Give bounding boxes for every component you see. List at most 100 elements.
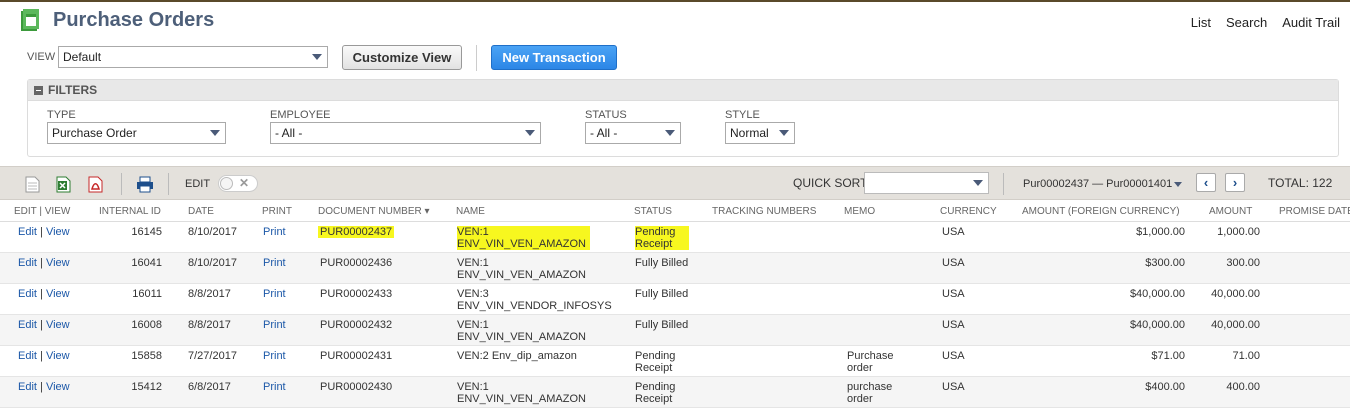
amount-foreign: $1,000.00 bbox=[1136, 226, 1185, 238]
previous-page-button[interactable]: ‹ bbox=[1196, 173, 1216, 192]
column-header[interactable]: PROMISE DATE bbox=[1279, 206, 1350, 217]
edit-link[interactable]: Edit bbox=[18, 381, 37, 393]
style-select-value: Normal bbox=[730, 126, 769, 140]
document-icon[interactable] bbox=[25, 176, 40, 193]
collapse-icon[interactable] bbox=[34, 85, 43, 95]
table-row[interactable]: Edit | View 16008 8/8/2017 Print PUR00002432… bbox=[0, 315, 1350, 346]
view-link[interactable]: View bbox=[46, 288, 70, 300]
filters-header[interactable]: FILTERS bbox=[28, 80, 1338, 101]
column-header[interactable]: STATUS bbox=[634, 206, 672, 217]
document-number: PUR00002436 bbox=[320, 257, 393, 269]
column-header[interactable]: MEMO bbox=[844, 206, 875, 217]
vendor-name-line2: ENV_VIN_VEN_AMAZON bbox=[457, 269, 586, 281]
print-link[interactable]: Print bbox=[263, 257, 286, 269]
customize-view-button[interactable]: Customize View bbox=[342, 45, 462, 70]
edit-link[interactable]: Edit bbox=[18, 288, 37, 300]
view-link[interactable]: View bbox=[46, 257, 70, 269]
print-link[interactable]: Print bbox=[263, 319, 286, 331]
top-links: List Search Audit Trail bbox=[1191, 15, 1340, 30]
status: Pending Receipt bbox=[635, 350, 689, 374]
chevron-down-icon bbox=[525, 130, 535, 136]
edit-view-cell: Edit | View bbox=[18, 257, 70, 269]
chevron-down-icon bbox=[210, 130, 220, 136]
column-header[interactable]: INTERNAL ID bbox=[99, 206, 161, 217]
column-header[interactable]: CURRENCY bbox=[940, 206, 997, 217]
view-link[interactable]: View bbox=[46, 319, 70, 331]
date: 8/10/2017 bbox=[188, 257, 237, 269]
page-range-select[interactable]: Pur00002437 — Pur00001401 bbox=[1023, 178, 1172, 190]
print-link[interactable]: Print bbox=[263, 226, 286, 238]
print-link[interactable]: Print bbox=[263, 381, 286, 393]
document-number: PUR00002437 bbox=[318, 226, 395, 238]
employee-select[interactable]: - All - bbox=[270, 122, 541, 144]
close-icon: ✕ bbox=[239, 176, 250, 190]
next-page-button[interactable]: › bbox=[1225, 173, 1245, 192]
style-select[interactable]: Normal bbox=[725, 122, 795, 144]
quick-sort-select[interactable] bbox=[864, 172, 989, 194]
amount: 1,000.00 bbox=[1217, 226, 1260, 238]
status: Fully Billed bbox=[635, 257, 702, 269]
column-header[interactable]: AMOUNT (FOREIGN CURRENCY) bbox=[1022, 206, 1180, 217]
edit-link[interactable]: Edit bbox=[18, 350, 37, 362]
vendor-name-line1: VEN:2 Env_dip_amazon bbox=[457, 350, 577, 362]
type-label: TYPE bbox=[47, 109, 76, 121]
edit-mode-toggle[interactable]: ✕ bbox=[218, 175, 258, 192]
separator: | bbox=[40, 350, 43, 362]
status-select[interactable]: - All - bbox=[585, 122, 681, 144]
document-number: PUR00002433 bbox=[320, 288, 393, 300]
column-header[interactable]: AMOUNT bbox=[1209, 206, 1252, 217]
column-header[interactable]: NAME bbox=[456, 206, 485, 217]
list-link[interactable]: List bbox=[1191, 15, 1211, 30]
status-line1: Pending bbox=[635, 226, 676, 238]
new-transaction-button[interactable]: New Transaction bbox=[491, 45, 617, 70]
view-link[interactable]: View bbox=[46, 350, 70, 362]
column-header[interactable]: TRACKING NUMBERS bbox=[712, 206, 816, 217]
table-row[interactable]: Edit | View 16041 8/10/2017 Print PUR0000243… bbox=[0, 253, 1350, 284]
pdf-export-icon[interactable] bbox=[88, 176, 103, 193]
table-row[interactable]: Edit | View 15412 6/8/2017 Print PUR00002430… bbox=[0, 377, 1350, 408]
view-select-value: Default bbox=[63, 50, 102, 64]
vendor-name-line1: VEN:1 bbox=[457, 319, 489, 331]
view-select[interactable]: Default bbox=[58, 46, 328, 68]
chevron-left-icon: ‹ bbox=[1203, 175, 1209, 190]
edit-link[interactable]: Edit bbox=[18, 257, 37, 269]
currency: USA bbox=[942, 257, 965, 269]
table-row[interactable]: Edit | View 15858 7/27/2017 Print PUR0000243… bbox=[0, 346, 1350, 377]
edit-view-cell: Edit | View bbox=[18, 319, 70, 331]
filters-heading: FILTERS bbox=[48, 83, 98, 97]
print-link[interactable]: Print bbox=[263, 350, 286, 362]
amount-foreign: $400.00 bbox=[1145, 381, 1185, 393]
currency: USA bbox=[942, 226, 965, 238]
separator: | bbox=[40, 319, 43, 331]
chevron-right-icon: › bbox=[1232, 175, 1238, 190]
currency: USA bbox=[942, 288, 965, 300]
column-header-sorted[interactable]: DOCUMENT NUMBER ▾ bbox=[318, 206, 430, 217]
view-link[interactable]: View bbox=[46, 381, 70, 393]
type-select[interactable]: Purchase Order bbox=[47, 122, 226, 144]
table-row[interactable]: Edit | View 16145 8/10/2017 Print PUR0000243… bbox=[0, 222, 1350, 253]
audit-trail-link[interactable]: Audit Trail bbox=[1282, 15, 1340, 30]
view-link[interactable]: View bbox=[46, 226, 70, 238]
excel-export-icon[interactable] bbox=[56, 176, 71, 193]
toolbar-divider bbox=[1003, 173, 1004, 195]
chevron-down-icon[interactable] bbox=[1174, 182, 1182, 187]
vendor-name: VEN:1 ENV_VIN_VEN_AMAZON bbox=[457, 226, 590, 250]
purchase-orders-icon bbox=[21, 9, 39, 31]
column-header[interactable]: DATE bbox=[188, 206, 214, 217]
style-label: STYLE bbox=[725, 109, 760, 121]
table-row[interactable]: Edit | View 16011 8/8/2017 Print PUR00002433… bbox=[0, 284, 1350, 315]
toolbar-divider bbox=[121, 173, 122, 195]
vendor-name-line1: VEN:3 bbox=[457, 288, 489, 300]
date: 7/27/2017 bbox=[188, 350, 237, 362]
status: Fully Billed bbox=[635, 319, 702, 331]
edit-link[interactable]: Edit bbox=[18, 226, 37, 238]
edit-link[interactable]: Edit bbox=[18, 319, 37, 331]
print-link[interactable]: Print bbox=[263, 288, 286, 300]
chevron-down-icon bbox=[779, 130, 789, 136]
status-label: STATUS bbox=[585, 109, 627, 121]
vendor-name: VEN:1 ENV_VIN_VEN_AMAZON bbox=[457, 257, 590, 281]
search-link[interactable]: Search bbox=[1226, 15, 1267, 30]
vendor-name: VEN:1 ENV_VIN_VEN_AMAZON bbox=[457, 381, 590, 405]
print-icon[interactable] bbox=[136, 176, 154, 193]
column-header[interactable]: PRINT bbox=[262, 206, 292, 217]
